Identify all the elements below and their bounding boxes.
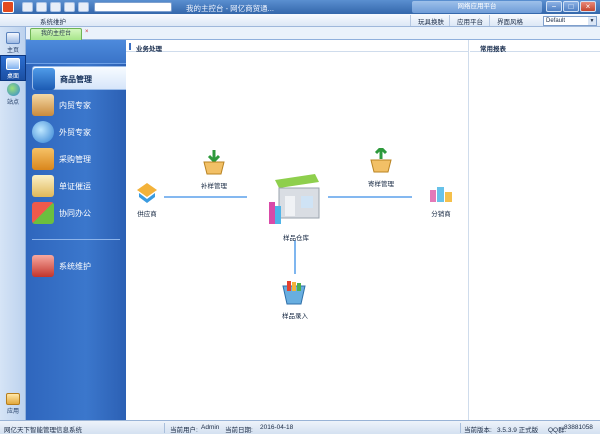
- undo-icon[interactable]: [50, 2, 61, 12]
- nav-item-system-maintenance[interactable]: 系统维护: [32, 254, 126, 278]
- status-version: 3.5.3.9 正式版: [497, 427, 539, 434]
- node-label: 寄样管理: [368, 181, 394, 188]
- collaboration-icon: [32, 202, 54, 224]
- globe-icon: [6, 83, 20, 96]
- product-icon: [33, 68, 55, 90]
- node-label: 供应商: [137, 211, 157, 218]
- node-distributor[interactable]: 分销商: [423, 184, 459, 218]
- status-version-label: 当前版本:: [464, 427, 492, 434]
- nav-item-product[interactable]: 商品管理: [32, 66, 126, 90]
- nav-item-label: 内贸专家: [59, 101, 91, 110]
- title-bar: 我的主控台 - 网亿商贸通... 网络应用平台 − □ ×: [0, 0, 600, 14]
- node-label: 分销商: [431, 211, 451, 218]
- distributor-icon: [430, 187, 452, 202]
- sidebar-item-label: 桌面: [6, 74, 19, 80]
- nav-panel-header: [26, 40, 126, 64]
- nav-item-label: 协同办公: [59, 209, 91, 218]
- document-icon: [32, 175, 54, 197]
- sidebar-item-label: 站点: [6, 100, 19, 106]
- home-icon: [6, 32, 20, 44]
- nav-item-label: 系统维护: [59, 262, 91, 271]
- save-icon[interactable]: [36, 2, 47, 12]
- menu-separator: [449, 15, 450, 26]
- menu-system[interactable]: 系统维护: [40, 16, 66, 26]
- section-title: 常用报表: [480, 46, 506, 53]
- sidebar-item-label: 应用: [6, 409, 19, 415]
- menu-separator: [410, 15, 411, 26]
- theme-select-value: Default: [546, 18, 566, 24]
- status-bar: 网亿天下智能管理信息系统 当前用户: Admin 当前日期: 2016-04-1…: [0, 420, 600, 434]
- nav-item-label: 商品管理: [60, 75, 92, 84]
- nav-item-foreign-trade[interactable]: 外贸专家: [32, 120, 126, 144]
- nav-divider: [32, 239, 120, 240]
- tab-dashboard[interactable]: 我的主控台: [30, 28, 82, 40]
- sidebar-item-app[interactable]: 应用: [0, 391, 26, 417]
- maximize-button[interactable]: □: [563, 1, 579, 12]
- status-app-name: 网亿天下智能管理信息系统: [4, 427, 82, 434]
- menu-separator: [489, 15, 490, 26]
- menu-theme[interactable]: 界面风格: [497, 16, 523, 26]
- basket-up-icon: [370, 145, 392, 173]
- supplier-icon: [137, 183, 157, 203]
- theme-select[interactable]: Default ▼: [543, 16, 597, 26]
- folder-icon: [6, 393, 20, 405]
- network-platform-pill[interactable]: 网络应用平台: [412, 1, 542, 13]
- nav-item-label: 外贸专家: [59, 128, 91, 137]
- sidebar-item-home[interactable]: 主页: [0, 30, 26, 56]
- status-separator: [460, 423, 461, 433]
- node-warehouse[interactable]: 样品仓库: [264, 166, 328, 242]
- status-qq: 83881058: [564, 424, 593, 431]
- menu-app-platform[interactable]: 应用平台: [457, 16, 483, 26]
- node-send-sample[interactable]: 寄样管理: [363, 145, 399, 188]
- foreign-trade-icon: [32, 121, 54, 143]
- minimize-button[interactable]: −: [546, 1, 562, 12]
- nav-item-label: 采购管理: [59, 155, 91, 164]
- node-purchase-sample[interactable]: 补样管理: [196, 150, 232, 190]
- status-date: 2016-04-18: [260, 424, 294, 431]
- status-separator: [164, 423, 165, 433]
- app-logo-icon: [2, 1, 14, 13]
- sidebar-item-site[interactable]: 站点: [0, 81, 26, 107]
- chevron-down-icon[interactable]: ▼: [588, 17, 596, 25]
- redo-icon[interactable]: [64, 2, 75, 12]
- purchase-icon: [32, 148, 54, 170]
- nav-item-document[interactable]: 单证催运: [32, 174, 126, 198]
- menu-skin[interactable]: 玩具换肤: [418, 16, 444, 26]
- status-user: Admin: [201, 424, 220, 431]
- basket-down-icon: [203, 150, 225, 175]
- reports-section-header: 常用报表: [470, 40, 600, 53]
- node-label: 样品仓库: [283, 235, 309, 242]
- monitor-icon: [6, 58, 20, 70]
- node-label: 样品录入: [282, 313, 308, 320]
- status-user-label: 当前用户:: [170, 427, 198, 434]
- status-date-label: 当前日期:: [225, 427, 253, 434]
- sidebar-item-desktop[interactable]: 桌面: [0, 55, 26, 81]
- nav-item-collaboration[interactable]: 协同办公: [32, 201, 126, 225]
- close-button[interactable]: ×: [580, 1, 596, 12]
- close-tab-icon[interactable]: ×: [85, 29, 89, 35]
- nav-item-label: 单证催运: [59, 182, 91, 191]
- sidebar-item-label: 主页: [6, 48, 19, 54]
- tab-strip: 我的主控台 ×: [26, 27, 600, 40]
- title-search-input[interactable]: [94, 2, 172, 12]
- node-sample-entry[interactable]: 样品录入: [276, 280, 314, 320]
- nav-item-domestic-trade[interactable]: 内贸专家: [32, 93, 126, 117]
- window-title: 我的主控台 - 网亿商贸通...: [186, 4, 274, 13]
- sample-entry-icon: [282, 281, 306, 305]
- warehouse-icon: [269, 174, 320, 224]
- tab-label: 我的主控台: [40, 31, 71, 37]
- business-section: 业务处理 供应商 补样管理 样品仓库 寄样管理 分销商 样品录入: [126, 40, 469, 420]
- dropdown-icon[interactable]: [78, 2, 89, 12]
- system-maintenance-icon: [32, 255, 54, 277]
- node-supplier[interactable]: 供应商: [132, 182, 162, 218]
- back-icon[interactable]: [22, 2, 33, 12]
- domestic-trade-icon: [32, 94, 54, 116]
- menu-bar: 系统维护 玩具换肤 应用平台 界面风格 Default ▼: [0, 14, 600, 27]
- module-nav-panel: 商品管理 内贸专家 外贸专家 采购管理 单证催运 协同办公 系统维护: [26, 40, 126, 420]
- left-icon-bar: 主页 桌面 站点 应用: [0, 27, 26, 420]
- content-area: 业务处理 供应商 补样管理 样品仓库 寄样管理 分销商 样品录入 常用报表: [126, 40, 600, 420]
- nav-item-purchase[interactable]: 采购管理: [32, 147, 126, 171]
- node-label: 补样管理: [201, 183, 227, 190]
